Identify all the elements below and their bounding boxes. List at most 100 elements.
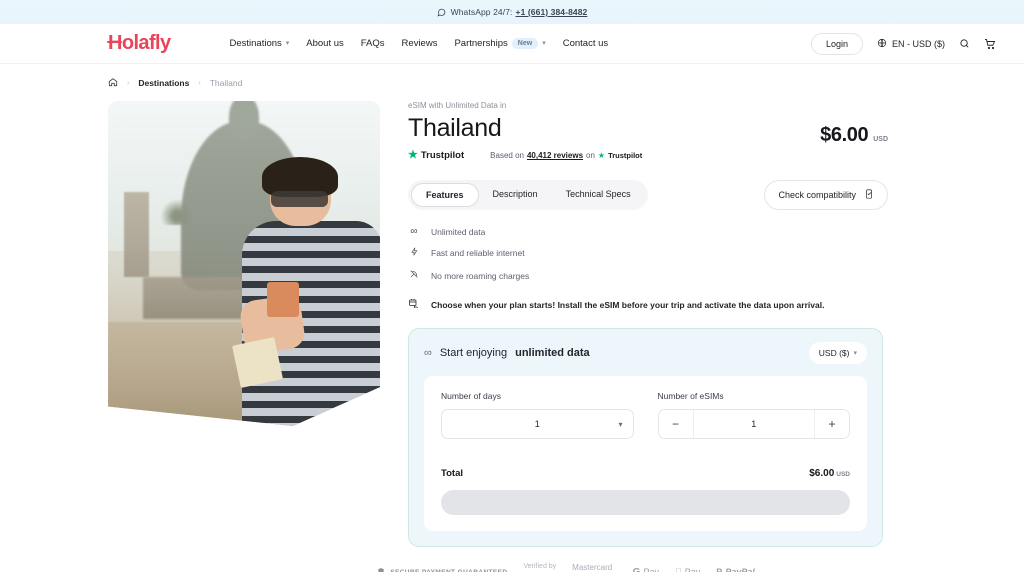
trustpilot-badge[interactable]: ★ Trustpilot	[408, 150, 465, 162]
breadcrumb: › Destinations › Thailand	[0, 64, 1024, 89]
feature-item-unlimited-data: ∞ Unlimited data	[408, 226, 888, 237]
number-of-days-select[interactable]: 1 ▾	[441, 409, 634, 439]
device-check-icon	[864, 189, 874, 201]
bolt-icon	[408, 246, 420, 260]
currency-label: USD ($)	[818, 348, 850, 358]
purchase-heading-prefix: Start enjoying	[439, 347, 508, 359]
feature-label: Unlimited data	[431, 226, 486, 237]
home-icon[interactable]	[108, 77, 118, 89]
tab-technical-specs[interactable]: Technical Specs	[552, 183, 645, 207]
infinity-icon: ∞	[424, 347, 432, 359]
brand-logo[interactable]: Holafly	[106, 32, 171, 55]
nav-item-partnerships[interactable]: Partnerships New ▾	[454, 38, 546, 49]
nav-label: Reviews	[401, 38, 438, 49]
breadcrumb-separator: ›	[198, 79, 201, 87]
buy-now-button[interactable]	[441, 490, 850, 515]
feature-item-fast-internet: Fast and reliable internet	[408, 246, 888, 260]
nav-item-faqs[interactable]: FAQs	[361, 38, 385, 49]
chevron-down-icon: ▾	[618, 419, 623, 429]
nav-badge-new: New	[511, 38, 539, 49]
days-value: 1	[534, 419, 540, 429]
total-value: $6.00	[809, 468, 835, 479]
gpay-label: Pay	[643, 567, 659, 572]
days-field: Number of days 1 ▾	[441, 391, 634, 439]
feature-label: Fast and reliable internet	[431, 248, 525, 258]
tab-features[interactable]: Features	[411, 183, 479, 207]
hero-smartphone	[266, 282, 299, 317]
trustpilot-small-label: Trustpilot	[608, 151, 643, 160]
tabs-row: Features Description Technical Specs Che…	[408, 180, 888, 210]
product-main: eSIM with Unlimited Data in Thailand $6.…	[0, 89, 1024, 547]
purchase-card-header: ∞ Start enjoying unlimited data USD ($) …	[424, 342, 867, 364]
calendar-hand-icon	[408, 298, 420, 312]
no-roaming-icon	[408, 269, 420, 282]
nav-label: Partnerships	[454, 38, 508, 49]
feature-list: ∞ Unlimited data Fast and reliable inter…	[408, 226, 888, 282]
search-icon[interactable]	[959, 38, 970, 49]
nav-item-contact-us[interactable]: Contact us	[563, 38, 608, 49]
esims-value: 1	[692, 410, 815, 438]
reviews-count-link[interactable]: 40,412 reviews	[527, 151, 583, 160]
nav-label: About us	[306, 38, 344, 49]
purchase-card: ∞ Start enjoying unlimited data USD ($) …	[408, 328, 883, 547]
promo-bar: WhatsApp 24/7: +1 (661) 384-8482	[0, 0, 1024, 24]
language-currency-selector[interactable]: EN - USD ($)	[877, 38, 945, 50]
product-tabs: Features Description Technical Specs	[408, 180, 648, 210]
page-title: Thailand	[408, 114, 502, 142]
nav-item-about-us[interactable]: About us	[306, 38, 344, 49]
currency-selector[interactable]: USD ($) ▾	[808, 342, 867, 364]
total-amount-block: $6.00 USD	[809, 463, 850, 481]
trustpilot-label: Trustpilot	[420, 150, 465, 161]
applepay-label: Pay	[685, 567, 701, 572]
payment-methods-footer: SECURE PAYMENT GUARANTEED Verified by VI…	[0, 563, 1024, 572]
paypal-icon: P	[716, 567, 722, 572]
header-actions: Login EN - USD ($)	[810, 32, 996, 55]
title-price-row: Thailand $6.00 USD	[408, 114, 888, 147]
main-nav: Destinations ▾ About us FAQs Reviews Par…	[229, 38, 608, 49]
tab-description[interactable]: Description	[479, 183, 552, 207]
globe-icon	[877, 38, 887, 50]
total-row: Total $6.00 USD	[441, 463, 850, 481]
login-button[interactable]: Login	[810, 32, 863, 55]
esims-field: Number of eSIMs − 1 +	[657, 391, 850, 439]
hero-pillar	[124, 192, 149, 277]
reviews-prefix: Based on	[490, 151, 524, 160]
feature-label: No more roaming charges	[431, 270, 530, 281]
chevron-down-icon: ▾	[285, 40, 290, 47]
whatsapp-icon	[437, 8, 446, 17]
breadcrumb-item-current: Thailand	[209, 78, 243, 88]
total-label: Total	[441, 468, 463, 479]
compatibility-label: Check compatibility	[778, 190, 856, 200]
product-hero-image	[108, 101, 380, 426]
chevron-down-icon: ▾	[542, 40, 546, 47]
days-label: Number of days	[441, 391, 501, 401]
payment-method-applepay:  Pay	[675, 567, 700, 572]
cart-icon[interactable]	[984, 38, 996, 50]
hero-photo	[108, 101, 380, 426]
visa-verified-top: Verified by	[523, 563, 557, 571]
chevron-down-icon: ▾	[853, 349, 857, 357]
site-header: Holafly Destinations ▾ About us FAQs Rev…	[0, 24, 1024, 64]
shield-icon	[377, 567, 385, 572]
hero-traveler-sunglasses	[271, 191, 328, 208]
trustpilot-reviews: Based on 40,412 reviews on ★ Trustpilot	[490, 151, 642, 160]
check-compatibility-button[interactable]: Check compatibility	[764, 180, 888, 210]
apple-icon: 	[675, 567, 682, 572]
purchase-heading: ∞ Start enjoying unlimited data	[424, 347, 590, 359]
language-label: EN - USD ($)	[891, 38, 945, 49]
nav-label: Contact us	[562, 38, 609, 49]
nav-item-reviews[interactable]: Reviews	[402, 38, 438, 49]
decrement-button[interactable]: −	[658, 410, 693, 438]
purchase-card-body: Number of days 1 ▾ Number of eSIMs − 1 +	[424, 376, 867, 531]
product-detail: eSIM with Unlimited Data in Thailand $6.…	[408, 101, 888, 547]
nav-item-destinations[interactable]: Destinations ▾	[229, 38, 289, 49]
purchase-fields: Number of days 1 ▾ Number of eSIMs − 1 +	[441, 391, 850, 439]
product-price-currency: USD	[873, 136, 888, 143]
breadcrumb-item-destinations[interactable]: Destinations	[138, 78, 189, 88]
promo-phone-link[interactable]: +1 (661) 384-8482	[516, 7, 588, 17]
nav-label: Destinations	[229, 38, 282, 49]
plan-start-note: Choose when your plan starts! Install th…	[408, 298, 888, 312]
mastercard-top: Mastercard	[572, 563, 613, 572]
product-price-block: $6.00 USD	[820, 114, 888, 147]
increment-button[interactable]: +	[815, 410, 849, 438]
